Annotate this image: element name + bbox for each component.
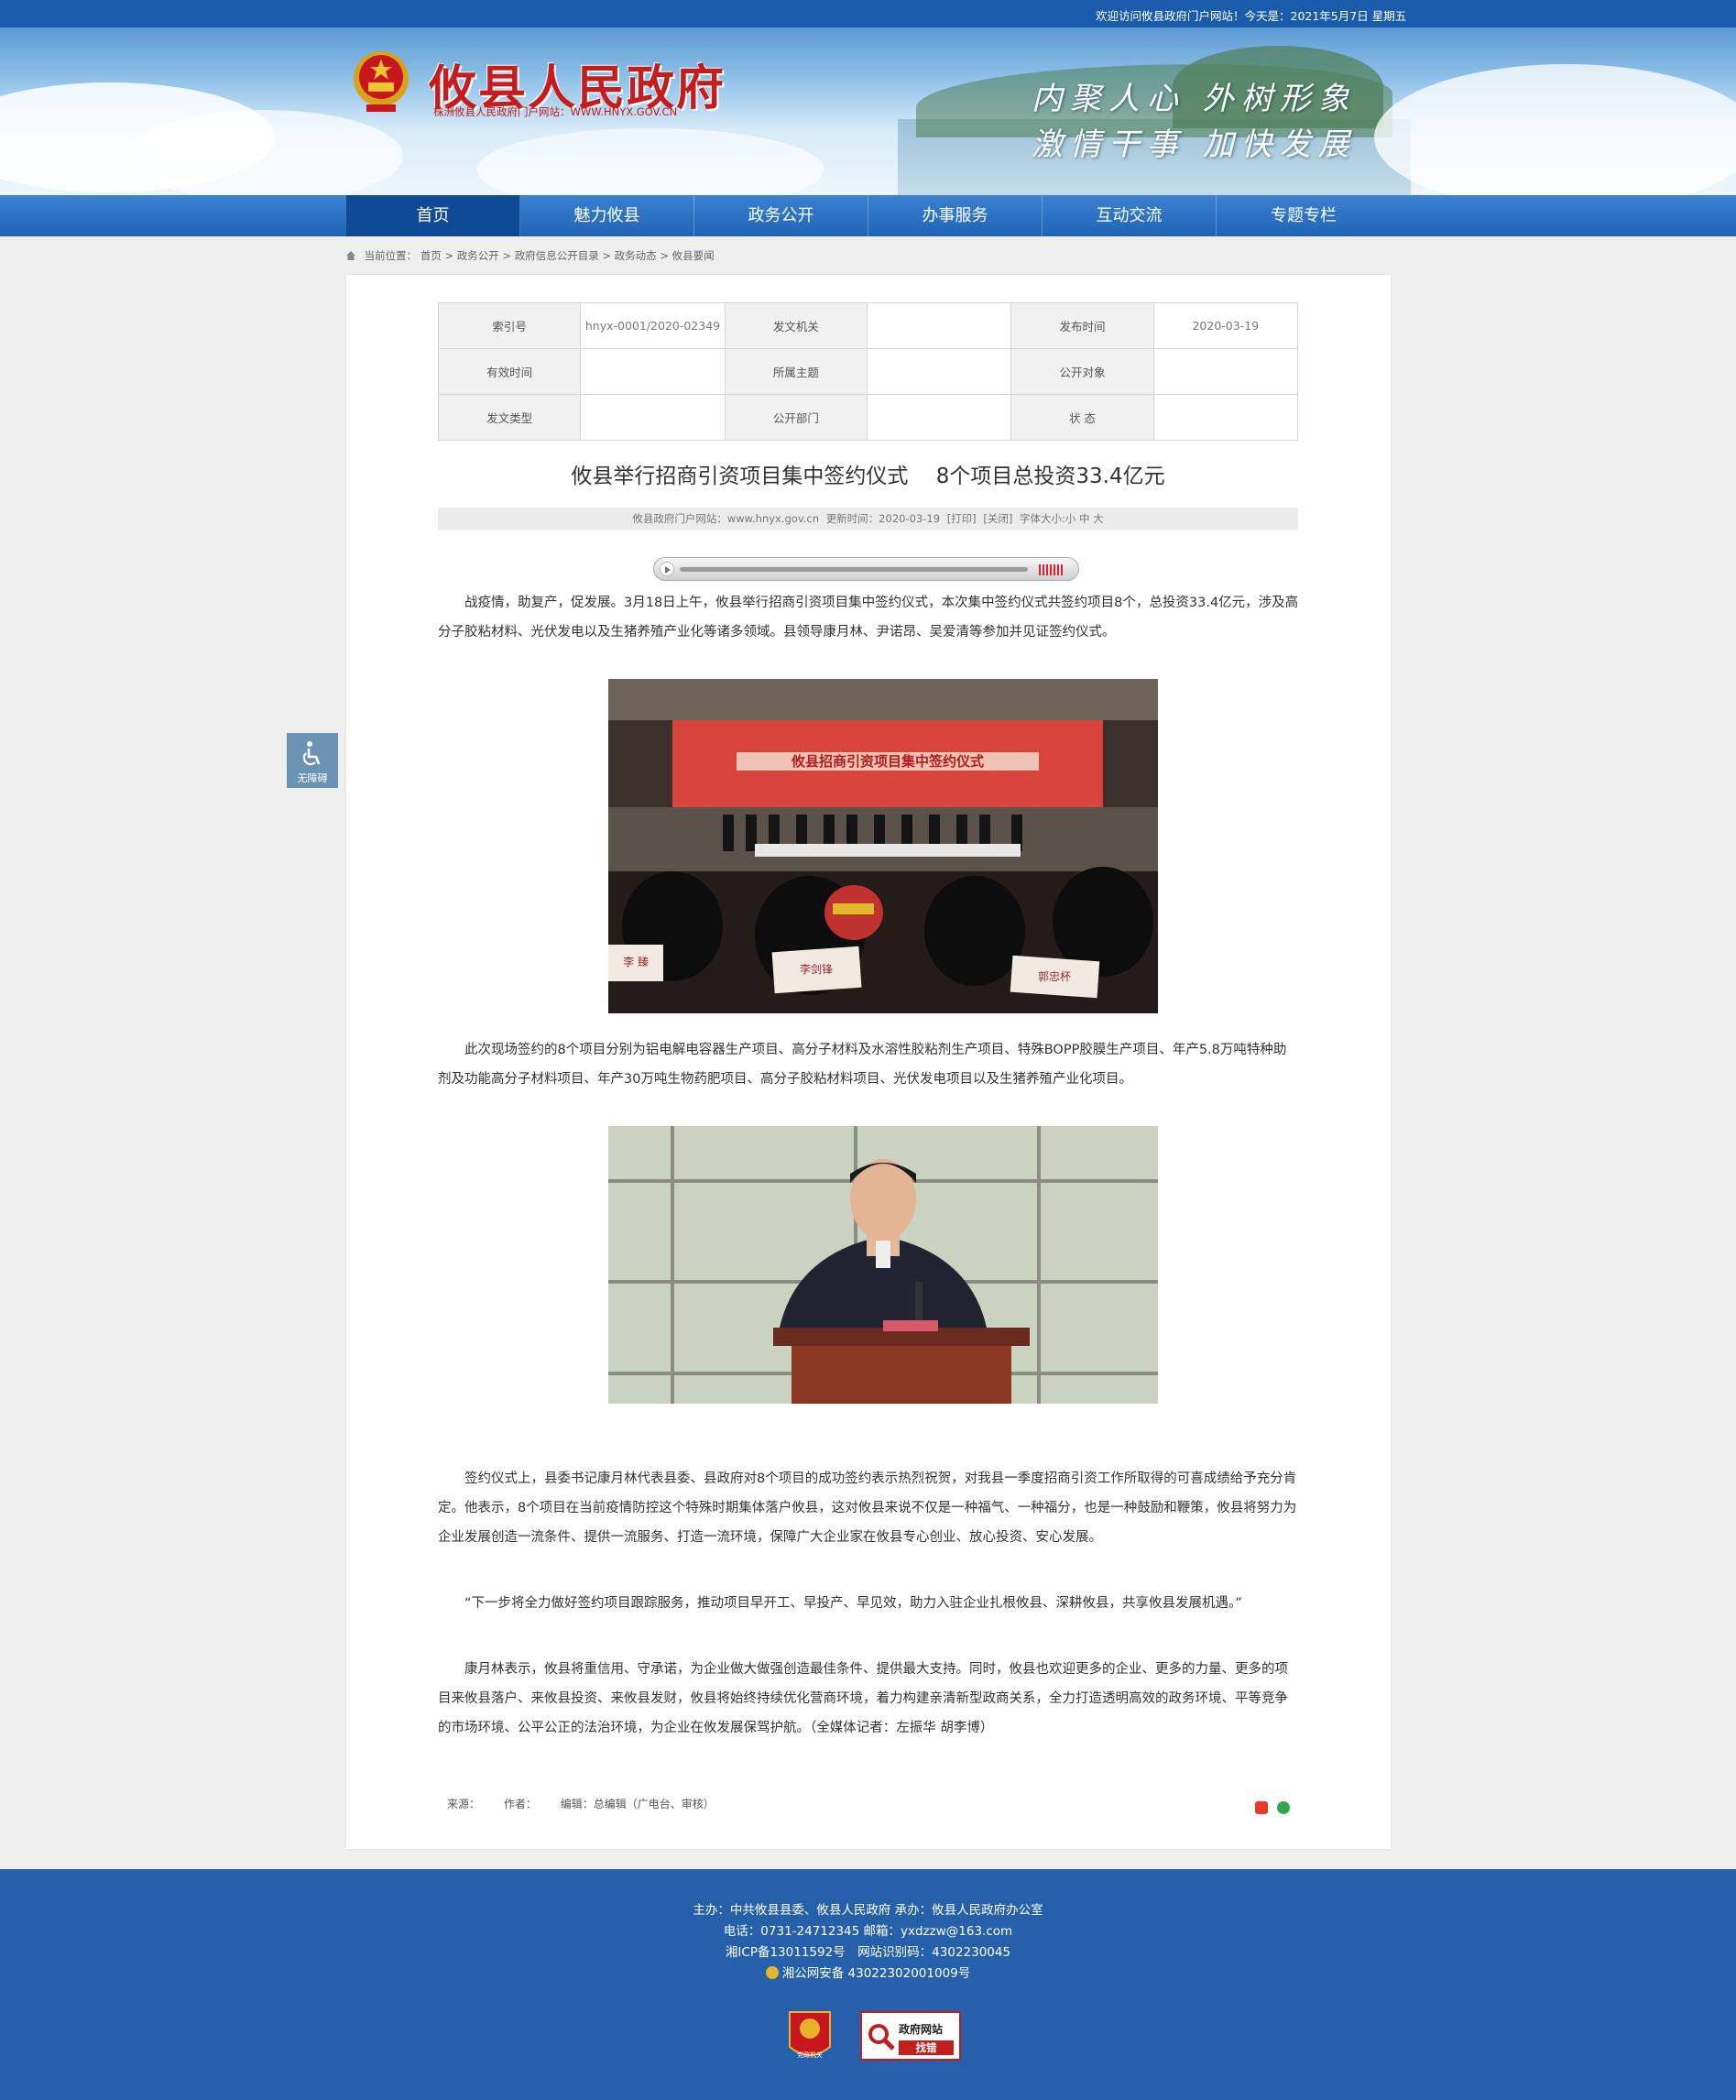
- footer-sponsor: 主办：中共攸县县委、攸县人民政府 承办：攸县人民政府办公室: [693, 1903, 1043, 1918]
- meta-value: [1152, 394, 1299, 441]
- meta-value: [866, 394, 1012, 441]
- wheelchair-icon: [302, 741, 321, 766]
- print-link[interactable]: [打印]: [947, 512, 977, 525]
- article-source-label: 来源：: [447, 1798, 481, 1810]
- breadcrumb-home[interactable]: 首页: [420, 249, 442, 262]
- weibo-share-icon[interactable]: [1255, 1801, 1268, 1814]
- site-footer: 主办：中共攸县县委、攸县人民政府 承办：攸县人民政府办公室 电话：0731-24…: [0, 1869, 1736, 2100]
- article-source: 攸县政府门户网站：www.hnyx.gov.cn: [632, 512, 820, 525]
- footer-icp[interactable]: 湘ICP备13011592号 网站识别码：4302230045: [0, 1941, 1736, 1960]
- audio-player: [653, 557, 1079, 581]
- nav-item-home[interactable]: 首页: [346, 195, 520, 236]
- cloud-decoration: [1374, 64, 1736, 195]
- find-error-badge[interactable]: 政府网站 找错: [860, 2011, 961, 2061]
- find-error-badge-title: 政府网站: [899, 2023, 944, 2036]
- table-row: 有效时间 所属主题 公开对象: [437, 348, 1299, 395]
- meta-value: [580, 394, 726, 441]
- breadcrumb-label: 当前位置：: [364, 249, 418, 262]
- party-government-badge-label: 党政机关: [797, 2051, 823, 2059]
- nameplate: 李 臻: [623, 956, 649, 968]
- nav-item-government-affairs[interactable]: 政务公开: [694, 195, 868, 236]
- national-emblem-icon: [354, 51, 409, 112]
- slogan-line-1: 内聚人心 外树形象: [1032, 81, 1357, 117]
- cloud-decoration: [476, 128, 824, 195]
- magnifier-icon: [868, 2024, 895, 2051]
- nameplate: 李剑锋: [799, 963, 833, 976]
- meta-key: 有效时间: [437, 348, 582, 395]
- nav-item-charm[interactable]: 魅力攸县: [520, 195, 694, 236]
- meta-key: 发文机关: [724, 302, 868, 349]
- article-footer-meta: 来源： 作者： 编辑：总编辑（广电台、审核）: [447, 1796, 735, 1811]
- breadcrumb-county-news[interactable]: 攸县要闻: [672, 249, 715, 262]
- close-link[interactable]: [关闭]: [983, 512, 1012, 525]
- header-banner: [0, 27, 1736, 195]
- nav-item-services[interactable]: 办事服务: [868, 195, 1043, 236]
- article-paragraph: “下一步将全力做好签约项目跟踪服务，推动项目早开工、早投产、早见效，助力入驻企业…: [464, 1596, 1242, 1611]
- ceremony-banner-text: 攸县招商引资项目集中签约仪式: [791, 753, 984, 770]
- article-info-bar: 攸县政府门户网站：www.hnyx.gov.cn 更新时间：2020-03-19…: [438, 508, 1298, 530]
- home-icon: [346, 251, 355, 260]
- breadcrumb-info-catalog[interactable]: 政府信息公开目录: [515, 249, 599, 262]
- accessibility-label: 无障碍: [297, 772, 328, 784]
- breadcrumb-government-affairs[interactable]: 政务公开: [457, 249, 499, 262]
- party-government-badge[interactable]: 党政机关: [786, 2008, 834, 2063]
- slogan-line-2: 激情干事 加快发展: [1032, 126, 1357, 163]
- police-badge-icon: [765, 1966, 779, 1979]
- top-bar: 欢迎访问攸县政府门户网站！今天是：2021年5月7日 星期五: [0, 0, 1736, 27]
- signing-ceremony-photo: 攸县招商引资项目集中签约仪式 李 臻 李剑锋 郭忠杯: [608, 679, 1158, 1013]
- wechat-share-icon[interactable]: [1277, 1801, 1290, 1814]
- nameplate: 郭忠杯: [1037, 970, 1071, 983]
- meta-key: 所属主题: [724, 348, 868, 395]
- play-icon[interactable]: [660, 562, 674, 576]
- meta-value: [866, 302, 1012, 349]
- table-row: 索引号 hnyx-0001/2020-02349 发文机关 发布时间 2020-…: [437, 302, 1299, 349]
- article-paragraph: 战疫情，助复产，促发展。3月18日上午，攸县举行招商引资项目集中签约仪式，本次集…: [438, 596, 1299, 640]
- breadcrumb: 当前位置： 首页 > 政务公开 > 政府信息公开目录 > 政务动态 > 攸县要闻: [346, 248, 715, 263]
- footer-public-security[interactable]: 湘公网安备 43022302001009号: [0, 1963, 1736, 1981]
- nav-item-interaction[interactable]: 互动交流: [1043, 195, 1217, 236]
- site-url: 株洲攸县人民政府门户网站：WWW.HNYX.GOV.CN: [433, 105, 678, 118]
- cloud-decoration: [128, 110, 403, 195]
- meta-key: 发布时间: [1010, 302, 1154, 349]
- article-paragraph: 签约仪式上，县委书记康月林代表县委、县政府对8个项目的成功签约表示热烈祝贺，对我…: [438, 1471, 1297, 1545]
- meta-key: 发文类型: [437, 394, 582, 441]
- table-row: 发文类型 公开部门 状 态: [437, 394, 1299, 441]
- meta-key: 状 态: [1010, 394, 1154, 441]
- nav-item-special-topics[interactable]: 专题专栏: [1217, 195, 1391, 236]
- article-title: 攸县举行招商引资项目集中签约仪式 8个项目总投资33.4亿元: [571, 465, 1165, 488]
- breadcrumb-news[interactable]: 政务动态: [615, 249, 657, 262]
- meta-key: 公开部门: [724, 394, 868, 441]
- ceremony-illustration: [608, 679, 1158, 1013]
- meta-value: 2020-03-19: [1152, 302, 1299, 349]
- article-paragraph: 此次现场签约的8个项目分别为铝电解电容器生产项目、高分子材料及水溶性胶粘剂生产项…: [438, 1043, 1287, 1087]
- article-updated: 更新时间：2020-03-19: [825, 512, 941, 525]
- audio-progress-track[interactable]: [680, 567, 1028, 572]
- meta-value: hnyx-0001/2020-02349: [580, 302, 726, 349]
- speaker-photo: [608, 1126, 1158, 1404]
- meta-value: [580, 348, 726, 395]
- metadata-table: 索引号 hnyx-0001/2020-02349 发文机关 发布时间 2020-…: [437, 302, 1299, 441]
- speaker-illustration: [608, 1126, 1158, 1404]
- meta-key: 索引号: [437, 302, 582, 349]
- meta-value: [866, 348, 1012, 395]
- article-card: 索引号 hnyx-0001/2020-02349 发文机关 发布时间 2020-…: [346, 275, 1391, 1849]
- footer-public-security-text: 湘公网安备 43022302001009号: [781, 1966, 971, 1981]
- main-nav: 首页 魅力攸县 政务公开 办事服务 互动交流 专题专栏: [0, 195, 1736, 236]
- article-paragraph: 康月林表示，攸县将重信用、守承诺，为企业做大做强创造最佳条件、提供最大支持。同时…: [438, 1662, 1288, 1735]
- accessibility-button[interactable]: 无障碍: [287, 733, 338, 788]
- article-author-label: 作者：: [503, 1798, 537, 1810]
- article-editor-label: 编辑：总编辑（广电台、审核）: [560, 1798, 715, 1810]
- find-error-badge-subtitle: 找错: [899, 2040, 954, 2055]
- meta-key: 公开对象: [1010, 348, 1154, 395]
- font-size-control[interactable]: 字体大小:小 中 大: [1020, 512, 1104, 525]
- volume-icon[interactable]: [1039, 564, 1063, 575]
- welcome-text: 欢迎访问攸县政府门户网站！今天是：2021年5月7日 星期五: [1096, 9, 1407, 23]
- meta-value: [1152, 348, 1299, 395]
- footer-contact: 电话：0731-24712345 邮箱：yxdzzw@163.com: [723, 1924, 1013, 1939]
